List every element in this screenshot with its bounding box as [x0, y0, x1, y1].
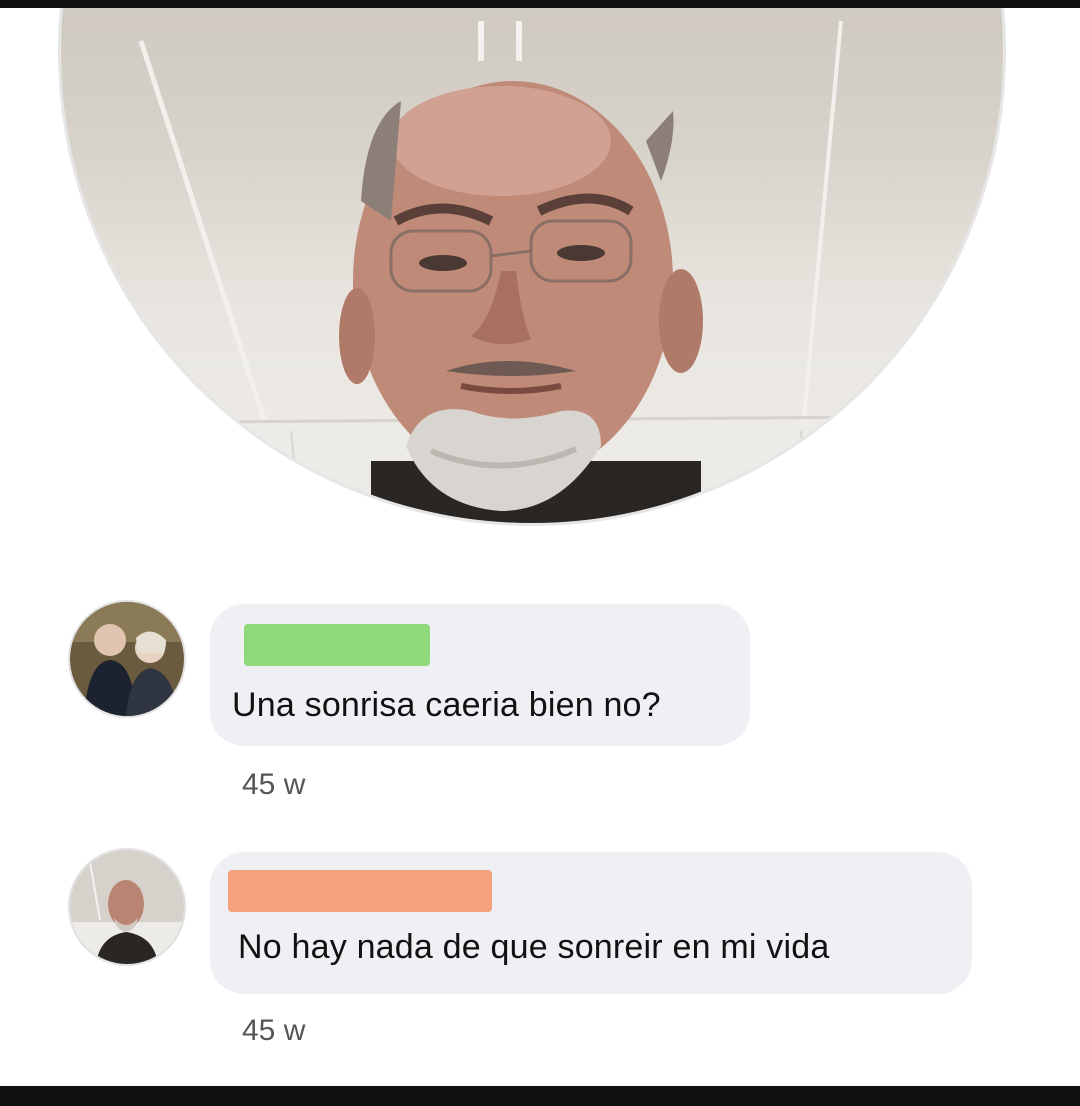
comment-1-timestamp[interactable]: 45 w — [242, 768, 305, 802]
comment-1-bubble[interactable]: Una sonrisa caeria bien no? — [210, 604, 750, 746]
man-selfie-avatar-icon — [70, 850, 184, 964]
comment-2-bubble[interactable]: No hay nada de que sonreir en mi vida — [210, 852, 972, 994]
bottom-border — [0, 1086, 1080, 1106]
couple-photo-avatar-icon — [70, 602, 184, 716]
comment-1-text: Una sonrisa caeria bien no? — [232, 686, 661, 724]
man-photo-icon — [61, 20, 1003, 523]
comment-2-author-redacted[interactable] — [228, 870, 492, 912]
top-border — [0, 0, 1080, 8]
profile-photo-disc — [58, 8, 1006, 526]
comment-1-avatar[interactable] — [68, 600, 186, 718]
comment-1-author-redacted[interactable] — [244, 624, 430, 666]
comment-2-avatar[interactable] — [68, 848, 186, 966]
comment-2-text: No hay nada de que sonreir en mi vida — [238, 928, 830, 966]
profile-photo[interactable] — [58, 8, 1006, 530]
comment-2-timestamp[interactable]: 45 w — [242, 1014, 305, 1048]
